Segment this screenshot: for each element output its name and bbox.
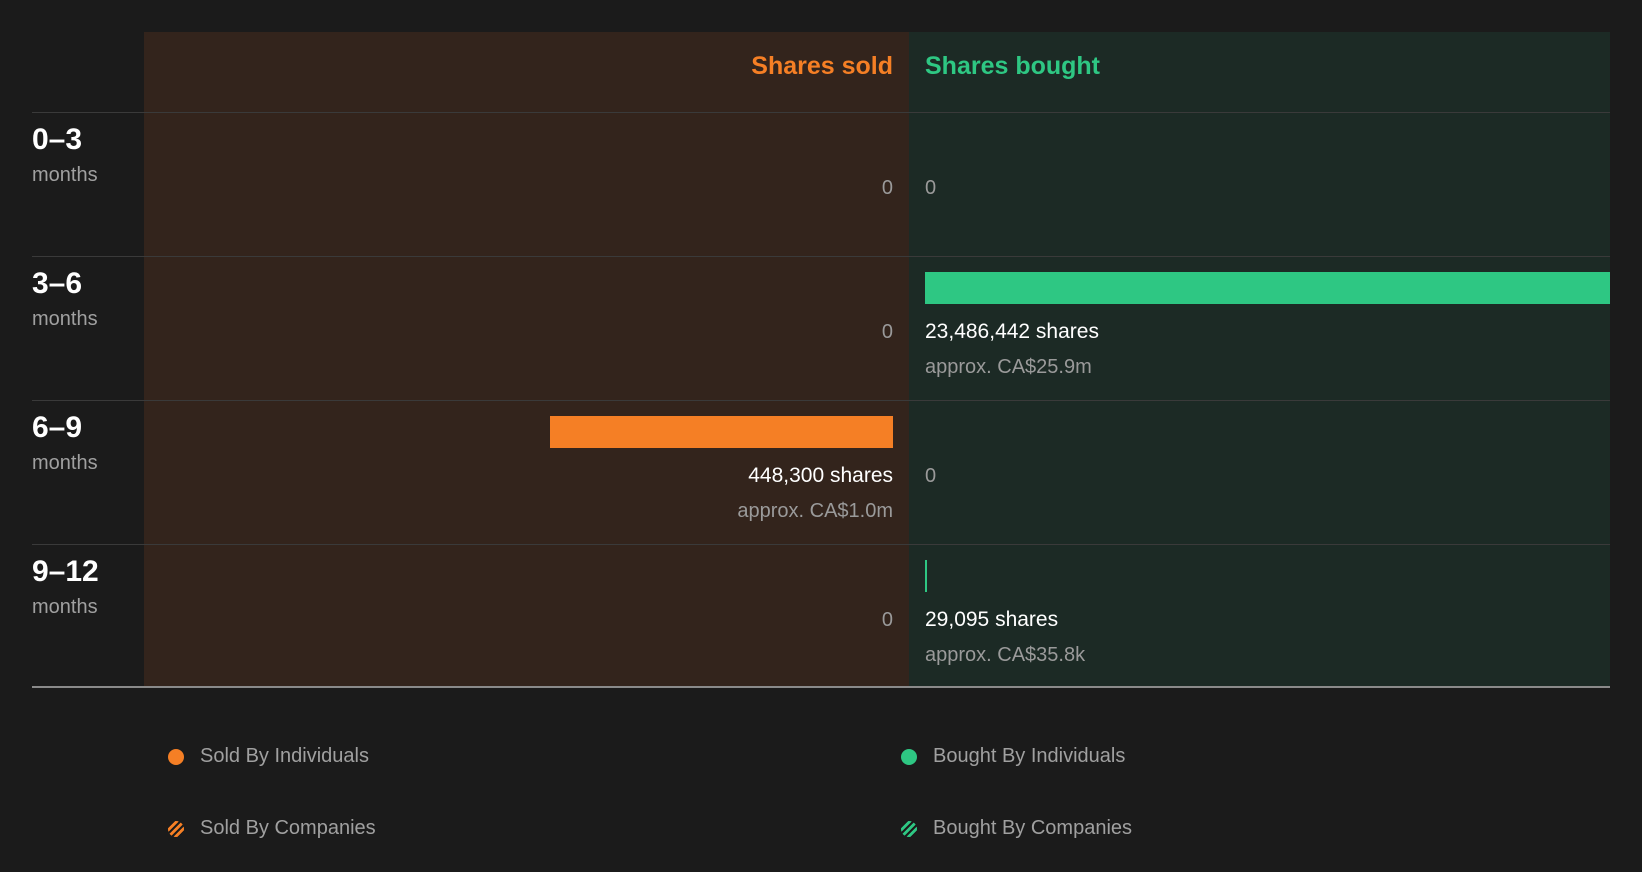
bought-bar [925, 272, 1610, 304]
legend-sold-individuals: Sold By Individuals [168, 745, 369, 768]
chart-baseline [32, 686, 1610, 688]
legend-label: Bought By Companies [933, 817, 1133, 839]
period-unit: months [32, 596, 98, 618]
orange-striped-dot-icon [168, 820, 184, 837]
sold-value: 0 [881, 321, 893, 343]
legend-sold-companies: Sold By Companies [168, 817, 376, 840]
legend-label: Bought By Individuals [933, 745, 1126, 767]
sold-panel [144, 32, 909, 688]
period-range: 3–6 [32, 267, 83, 300]
shares-sold-header: Shares sold [751, 52, 893, 80]
row-divider [32, 544, 1610, 545]
legend-bought-individuals: Bought By Individuals [901, 745, 1125, 768]
row-divider [32, 112, 1610, 113]
period-label: 3–6 months [32, 266, 98, 331]
bought-approx-value: approx. CA$25.9m [925, 356, 1092, 378]
period-unit: months [32, 452, 98, 474]
green-dot-icon [901, 748, 917, 765]
bought-approx-value: approx. CA$35.8k [925, 644, 1086, 666]
period-unit: months [32, 308, 98, 330]
period-label: 0–3 months [32, 122, 98, 187]
bought-value: 0 [925, 465, 937, 487]
sold-value: 0 [881, 177, 893, 199]
legend-label: Sold By Companies [200, 817, 376, 839]
period-label: 9–12 months [32, 554, 99, 619]
row-divider [32, 256, 1610, 257]
bought-value: 0 [925, 177, 937, 199]
period-range: 6–9 [32, 411, 83, 444]
orange-dot-icon [168, 748, 184, 765]
bought-bar [925, 560, 927, 592]
period-label: 6–9 months [32, 410, 98, 475]
legend-label: Sold By Individuals [200, 745, 369, 767]
period-range: 0–3 [32, 123, 83, 156]
sold-value: 0 [881, 609, 893, 631]
shares-bought-header: Shares bought [925, 52, 1101, 80]
sold-bar [549, 416, 893, 448]
legend-bought-companies: Bought By Companies [901, 817, 1132, 840]
green-striped-dot-icon [901, 820, 917, 837]
bought-shares: 23,486,442 shares [925, 320, 1099, 343]
bought-shares: 29,095 shares [925, 608, 1059, 631]
sold-approx-value: approx. CA$1.0m [737, 500, 893, 522]
period-range: 9–12 [32, 555, 99, 588]
period-unit: months [32, 164, 98, 186]
sold-shares: 448,300 shares [748, 464, 893, 487]
row-divider [32, 400, 1610, 401]
